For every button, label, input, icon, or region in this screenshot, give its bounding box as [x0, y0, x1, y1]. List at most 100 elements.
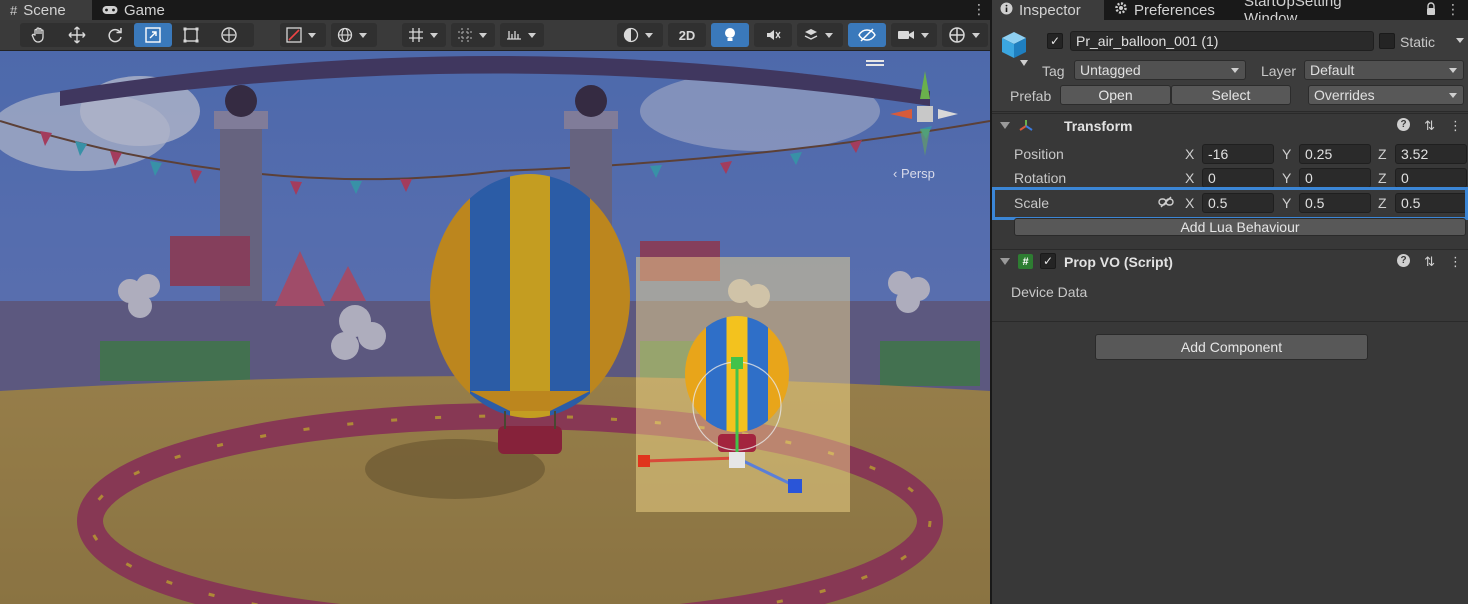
- gizmo-handle-dropdown[interactable]: [280, 23, 326, 47]
- hash-icon: #: [10, 2, 18, 18]
- component-menu-icon[interactable]: ⋮: [1449, 118, 1462, 134]
- inspector-tabbar: Inspector Preferences StartUpSetting Win…: [992, 0, 1468, 27]
- layer-value: Default: [1310, 62, 1355, 78]
- axis-y-label[interactable]: Y: [1282, 170, 1291, 186]
- scene-tabbar: # Scene Game ⋮: [0, 0, 990, 20]
- scale-z-field[interactable]: 0.5: [1395, 193, 1467, 213]
- tab-preferences-label: Preferences: [1134, 1, 1215, 19]
- prefab-cube-icon[interactable]: [1000, 30, 1032, 69]
- layer-dropdown[interactable]: Default: [1304, 60, 1464, 80]
- prefab-select-button[interactable]: Select: [1171, 85, 1291, 105]
- prop-vo-header[interactable]: # ✓ Prop VO (Script) ? ⇅ ⋮: [992, 249, 1468, 273]
- tag-label: Tag: [1042, 63, 1065, 79]
- scale-x-field[interactable]: 0.5: [1202, 193, 1274, 213]
- presets-icon[interactable]: ⇅: [1424, 118, 1435, 134]
- component-divider: [992, 321, 1468, 322]
- persp-label[interactable]: ‹ Persp: [893, 166, 935, 181]
- prefab-label: Prefab: [1010, 88, 1052, 104]
- position-z-field[interactable]: 3.52: [1395, 144, 1467, 164]
- help-icon[interactable]: ?: [1397, 117, 1411, 131]
- ruler-icon: [507, 31, 521, 40]
- 2d-toggle-button[interactable]: 2D: [668, 23, 706, 47]
- add-lua-behaviour-button[interactable]: Add Lua Behaviour: [1014, 218, 1466, 236]
- hand-tool-icon[interactable]: [20, 23, 58, 47]
- light-bulb-icon: [725, 28, 735, 41]
- tab-preferences[interactable]: Preferences: [1106, 0, 1234, 20]
- gear-icon: [1114, 1, 1128, 19]
- axis-z-label[interactable]: Z: [1378, 195, 1387, 211]
- static-dropdown-caret[interactable]: [1456, 38, 1464, 43]
- tag-value: Untagged: [1080, 62, 1141, 78]
- effects-dropdown[interactable]: [797, 23, 843, 47]
- audio-toggle-button[interactable]: [754, 23, 792, 47]
- add-component-button[interactable]: Add Component: [1095, 334, 1368, 360]
- transform-tool-icon[interactable]: [210, 23, 248, 47]
- camera-dropdown[interactable]: [891, 23, 937, 47]
- device-data-label[interactable]: Device Data: [1011, 284, 1087, 300]
- gamepad-icon: [102, 3, 118, 18]
- layers-icon: [804, 29, 818, 40]
- scale-tool-icon[interactable]: [134, 23, 172, 47]
- pivot-icon: [286, 27, 302, 43]
- scene-toolbar: 2D: [0, 20, 990, 51]
- fold-arrow-icon[interactable]: [1000, 122, 1010, 129]
- constrain-proportions-icon[interactable]: [1158, 195, 1174, 211]
- position-x-field[interactable]: -16: [1202, 144, 1274, 164]
- fold-arrow-icon[interactable]: [1000, 258, 1010, 265]
- grid-increment-dropdown[interactable]: [451, 23, 495, 47]
- scene-panel: # Scene Game ⋮ 2D ‹ Persp: [0, 0, 990, 604]
- info-icon: [1000, 2, 1013, 19]
- prop-vo-title: Prop VO (Script): [1064, 253, 1173, 270]
- axis-x-label[interactable]: X: [1185, 146, 1194, 162]
- scene-visibility-button[interactable]: [848, 23, 886, 47]
- gizmos-dropdown[interactable]: [942, 23, 988, 47]
- rotation-x-field[interactable]: 0: [1202, 168, 1274, 188]
- tab-startup-setting[interactable]: StartUpSetting Window: [1236, 0, 1406, 27]
- inspector-panel: Inspector Preferences StartUpSetting Win…: [992, 0, 1468, 604]
- move-tool-icon[interactable]: [58, 23, 96, 47]
- rect-tool-icon[interactable]: [172, 23, 210, 47]
- object-name-field[interactable]: Pr_air_balloon_001 (1): [1070, 31, 1374, 51]
- transform-header[interactable]: Transform ? ⇅ ⋮: [992, 113, 1468, 137]
- scene-menu-icon[interactable]: ⋮: [972, 0, 986, 20]
- component-menu-icon[interactable]: ⋮: [1449, 254, 1462, 270]
- grid-icon: [409, 28, 423, 42]
- axis-x-label[interactable]: X: [1185, 170, 1194, 186]
- grid-snap-dropdown[interactable]: [402, 23, 446, 47]
- rotation-label: Rotation: [1014, 170, 1067, 186]
- help-icon[interactable]: ?: [1397, 253, 1411, 267]
- axis-y-label[interactable]: Y: [1282, 195, 1291, 211]
- axis-z-label[interactable]: Z: [1378, 146, 1387, 162]
- axis-y-label[interactable]: Y: [1282, 146, 1291, 162]
- tab-game[interactable]: Game: [92, 0, 172, 20]
- tab-inspector[interactable]: Inspector: [992, 0, 1104, 20]
- axis-z-label[interactable]: Z: [1378, 170, 1387, 186]
- transform-header-icons: ? ⇅ ⋮: [1397, 117, 1462, 134]
- unity-editor: # Scene Game ⋮ 2D ‹ Persp Inspector Pref…: [0, 0, 1468, 604]
- prop-vo-enabled-checkbox[interactable]: ✓: [1040, 253, 1056, 269]
- rotation-z-field[interactable]: 0: [1395, 168, 1467, 188]
- presets-icon[interactable]: ⇅: [1424, 254, 1435, 270]
- lock-icon[interactable]: [1426, 2, 1436, 16]
- global-local-dropdown[interactable]: [331, 23, 377, 47]
- prefab-open-button[interactable]: Open: [1060, 85, 1171, 105]
- tag-dropdown[interactable]: Untagged: [1074, 60, 1246, 80]
- prefab-overrides-dropdown[interactable]: Overrides: [1308, 85, 1464, 105]
- position-y-field[interactable]: 0.25: [1299, 144, 1371, 164]
- position-row: Position X -16 Y 0.25 Z 3.52: [992, 142, 1468, 166]
- static-checkbox[interactable]: [1379, 33, 1395, 49]
- lighting-toggle-button[interactable]: [711, 23, 749, 47]
- inspector-menu-icon[interactable]: ⋮: [1446, 0, 1460, 18]
- active-checkbox[interactable]: ✓: [1047, 33, 1063, 49]
- scene-viewport[interactable]: ‹ Persp: [0, 51, 990, 604]
- scale-y-field[interactable]: 0.5: [1299, 193, 1371, 213]
- tab-game-label: Game: [124, 1, 165, 19]
- increment-snap-dropdown[interactable]: [500, 23, 544, 47]
- grid-dashed-icon: [458, 28, 472, 42]
- draw-mode-dropdown[interactable]: [617, 23, 663, 47]
- rotate-tool-icon[interactable]: [96, 23, 134, 47]
- tab-scene[interactable]: # Scene: [0, 0, 92, 20]
- axis-x-label[interactable]: X: [1185, 195, 1194, 211]
- rotation-y-field[interactable]: 0: [1299, 168, 1371, 188]
- add-lua-label: Add Lua Behaviour: [1180, 219, 1300, 235]
